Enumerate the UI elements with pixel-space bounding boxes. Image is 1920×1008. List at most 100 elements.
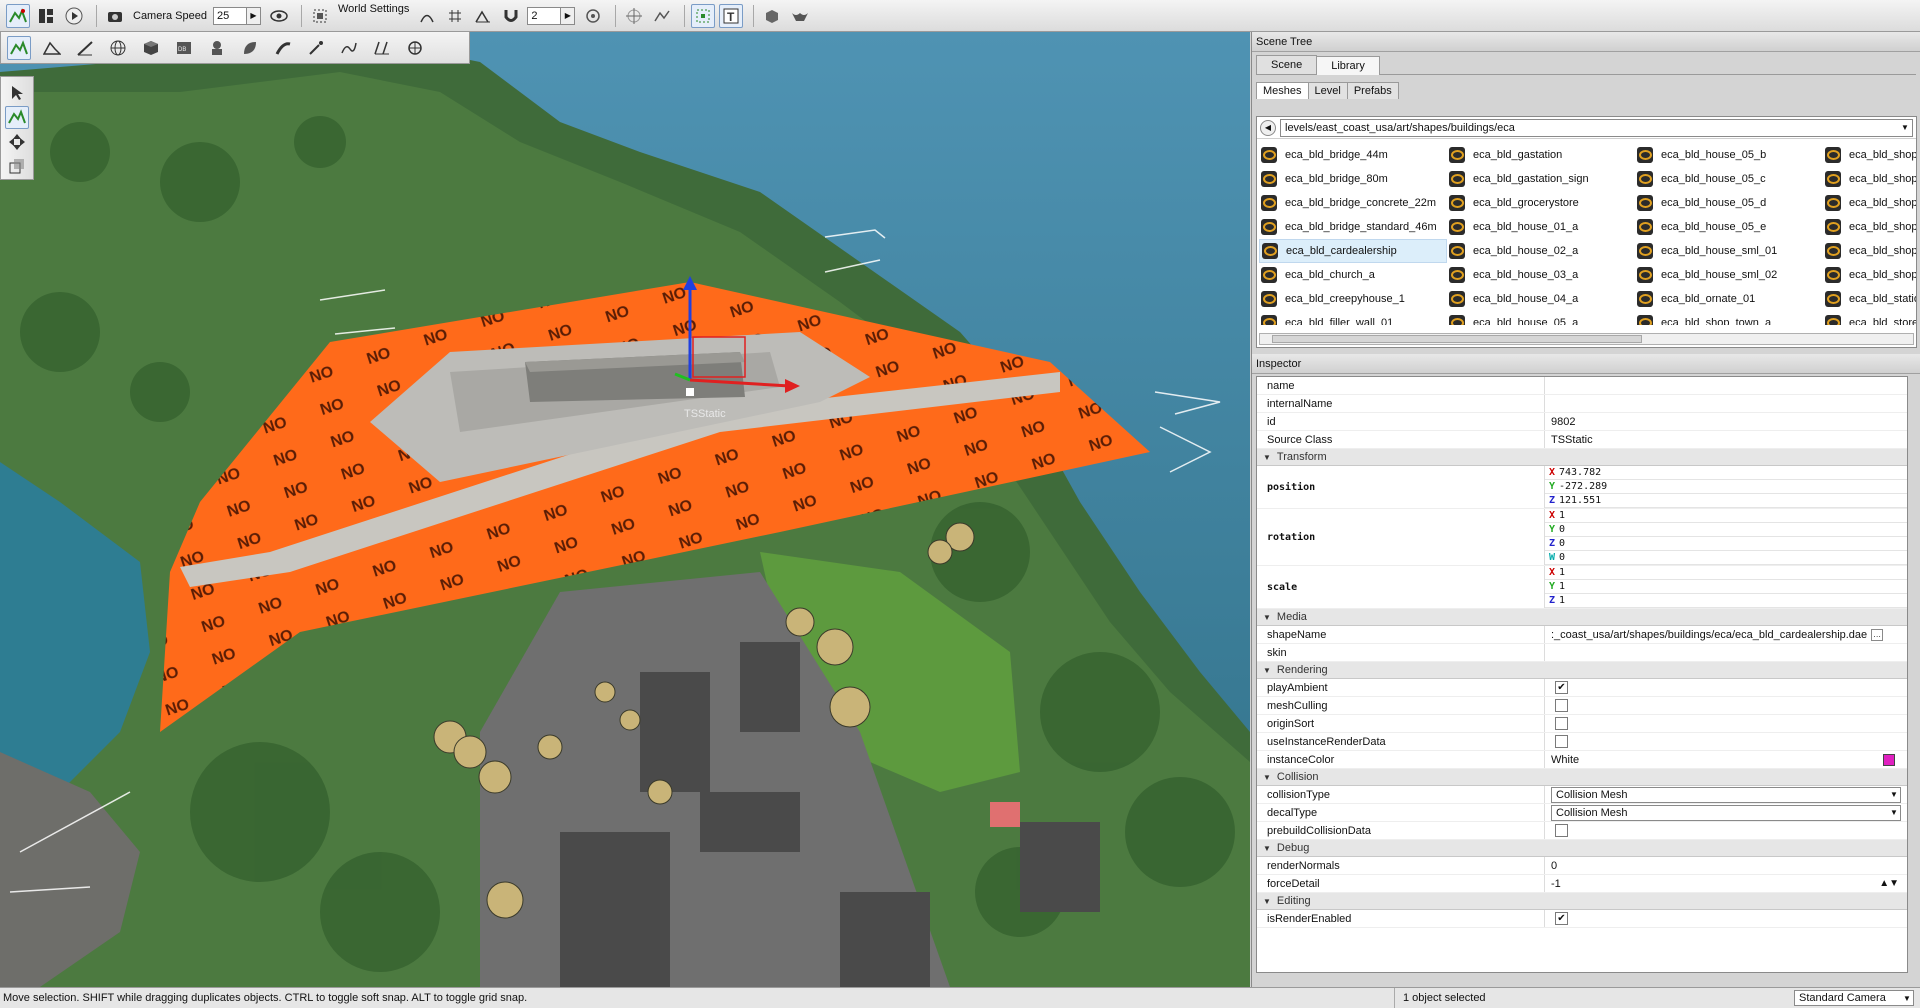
camera-icon[interactable]	[103, 4, 127, 28]
gizmo-center[interactable]	[686, 388, 694, 396]
scale-x-value[interactable]: 1	[1559, 567, 1565, 578]
tab-level[interactable]: Level	[1307, 82, 1348, 99]
position-y[interactable]: Y -272.289	[1545, 480, 1907, 494]
section-media[interactable]: ▼ Media	[1257, 609, 1907, 626]
scale-z-value[interactable]: 1	[1559, 595, 1565, 606]
mesh-culling-checkbox[interactable]	[1555, 699, 1568, 712]
section-debug[interactable]: ▼ Debug	[1257, 840, 1907, 857]
camera-speed-input[interactable]: 25	[213, 6, 247, 25]
mesh-item[interactable]: eca_bld_statio	[1823, 287, 1916, 311]
section-editing[interactable]: ▼ Editing	[1257, 893, 1907, 910]
collapse-triangle-icon[interactable]: ▼	[1263, 453, 1271, 462]
field-value[interactable]: 0	[1545, 857, 1907, 874]
mesh-item[interactable]: eca_bld_bridge_concrete_22m	[1259, 191, 1447, 215]
move-tool-icon[interactable]	[5, 105, 29, 129]
mesh-item[interactable]: eca_bld_shop_town_a	[1635, 311, 1823, 325]
rotation-w-value[interactable]: 0	[1559, 552, 1565, 563]
mesh-item[interactable]: eca_bld_shop_	[1823, 263, 1916, 287]
scale-y-value[interactable]: 1	[1559, 581, 1565, 592]
mesh-item[interactable]: eca_bld_house_02_a	[1447, 239, 1635, 263]
drop-at-icon[interactable]	[650, 4, 674, 28]
mesh-item[interactable]: eca_bld_cardealership	[1259, 239, 1447, 263]
chevron-down-icon[interactable]: ▼	[1888, 804, 1900, 821]
instance-color-value[interactable]: White	[1551, 751, 1579, 768]
mesh-item[interactable]: eca_bld_gastation	[1447, 143, 1635, 167]
chevron-down-icon[interactable]: ▼	[1898, 120, 1912, 136]
back-arrow-icon[interactable]: ◀	[1260, 119, 1276, 136]
position-z[interactable]: Z 121.551	[1545, 494, 1907, 508]
mesh-item[interactable]: eca_bld_shop_	[1823, 167, 1916, 191]
scrollbar-thumb[interactable]	[1272, 335, 1642, 343]
tab-prefabs[interactable]: Prefabs	[1346, 82, 1399, 99]
mesh-item[interactable]: eca_bld_grocerystore	[1447, 191, 1635, 215]
mesh-item[interactable]: eca_bld_store_	[1823, 311, 1916, 325]
field-value[interactable]	[1545, 644, 1907, 661]
mesh-item[interactable]: eca_bld_house_05_c	[1635, 167, 1823, 191]
3d-viewport[interactable]: NO	[0, 32, 1250, 987]
world-settings-label[interactable]: World Settings	[338, 3, 409, 15]
position-z-value[interactable]: 121.551	[1559, 495, 1601, 506]
collision-type-select[interactable]: Collision Mesh ▼	[1551, 786, 1901, 803]
terrain-editor-icon[interactable]	[6, 3, 30, 28]
section-rendering[interactable]: ▼ Rendering	[1257, 662, 1907, 679]
terrain-brush-icon[interactable]	[40, 36, 64, 60]
mesh-item[interactable]: eca_bld_house_sml_02	[1635, 263, 1823, 287]
decal-spray-icon[interactable]	[304, 36, 328, 60]
mesh-item[interactable]: eca_bld_shop_	[1823, 239, 1916, 263]
mesh-item[interactable]: eca_bld_church_a	[1259, 263, 1447, 287]
field-name[interactable]: name	[1257, 377, 1907, 395]
mesh-item[interactable]: eca_bld_bridge_standard_46m	[1259, 215, 1447, 239]
datablock-icon[interactable]: DB	[172, 36, 196, 60]
object-select-icon[interactable]	[581, 4, 605, 28]
particle-icon[interactable]	[205, 36, 229, 60]
grid-size-arrow-icon[interactable]: ▶	[561, 6, 576, 25]
mesh-item[interactable]: eca_bld_house_sml_01	[1635, 239, 1823, 263]
mesh-item[interactable]: eca_bld_shop_	[1823, 191, 1916, 215]
soft-snap-icon[interactable]	[415, 4, 439, 28]
collapse-triangle-icon[interactable]: ▼	[1263, 773, 1271, 782]
scale-tool-icon[interactable]	[5, 155, 29, 179]
rotation-z-value[interactable]: 0	[1559, 538, 1565, 549]
tab-meshes[interactable]: Meshes	[1256, 82, 1309, 99]
origin-sort-checkbox[interactable]	[1555, 717, 1568, 730]
select-arrow-icon[interactable]	[5, 81, 29, 105]
viewport-scene[interactable]: NO	[0, 32, 1250, 987]
play-ambient-checkbox[interactable]: ✔	[1555, 681, 1568, 694]
collapse-triangle-icon[interactable]: ▼	[1263, 897, 1271, 906]
decal-type-select[interactable]: Collision Mesh ▼	[1551, 804, 1901, 821]
color-swatch[interactable]	[1883, 753, 1895, 766]
center-pivot-icon[interactable]	[622, 4, 646, 28]
magnet-snap-icon[interactable]	[499, 4, 523, 28]
collapse-triangle-icon[interactable]: ▼	[1263, 613, 1271, 622]
forest-leaf-icon[interactable]	[238, 36, 262, 60]
mesh-item[interactable]: eca_bld_house_05_e	[1635, 215, 1823, 239]
visibility-icon[interactable]	[267, 4, 291, 28]
mesh-item[interactable]: eca_bld_bridge_80m	[1259, 167, 1447, 191]
tab-scene[interactable]: Scene	[1256, 55, 1318, 74]
grid-size-input[interactable]: 2	[527, 6, 562, 25]
rotate-tool-icon[interactable]	[5, 130, 29, 154]
tab-library[interactable]: Library	[1316, 56, 1380, 75]
mesh-item[interactable]: eca_bld_house_05_d	[1635, 191, 1823, 215]
field-internal-name[interactable]: internalName	[1257, 395, 1907, 413]
prebuild-collision-checkbox[interactable]	[1555, 824, 1568, 837]
shape-name-value[interactable]: :_coast_usa/art/shapes/buildings/eca/eca…	[1551, 626, 1867, 643]
navmesh-icon[interactable]	[403, 36, 427, 60]
rotation-y[interactable]: Y0	[1545, 523, 1907, 537]
road-editor-icon[interactable]	[271, 36, 295, 60]
section-transform[interactable]: ▼ Transform	[1257, 449, 1907, 466]
rotation-x[interactable]: X1	[1545, 509, 1907, 523]
chevron-down-icon[interactable]: ▼	[1888, 786, 1900, 803]
birds-icon[interactable]	[788, 4, 812, 28]
field-value[interactable]	[1545, 395, 1907, 412]
mesh-item[interactable]: eca_bld_house_05_a	[1447, 311, 1635, 325]
mesh-road-icon[interactable]	[370, 36, 394, 60]
collapse-triangle-icon[interactable]: ▼	[1263, 844, 1271, 853]
mesh-item[interactable]: eca_bld_house_01_a	[1447, 215, 1635, 239]
selection-box-icon[interactable]	[691, 3, 716, 28]
rotation-z[interactable]: Z0	[1545, 537, 1907, 551]
mesh-item[interactable]: eca_bld_house_05_b	[1635, 143, 1823, 167]
scale-x[interactable]: X1	[1545, 566, 1907, 580]
mesh-item[interactable]: eca_bld_house_04_a	[1447, 287, 1635, 311]
position-y-value[interactable]: -272.289	[1559, 481, 1607, 492]
